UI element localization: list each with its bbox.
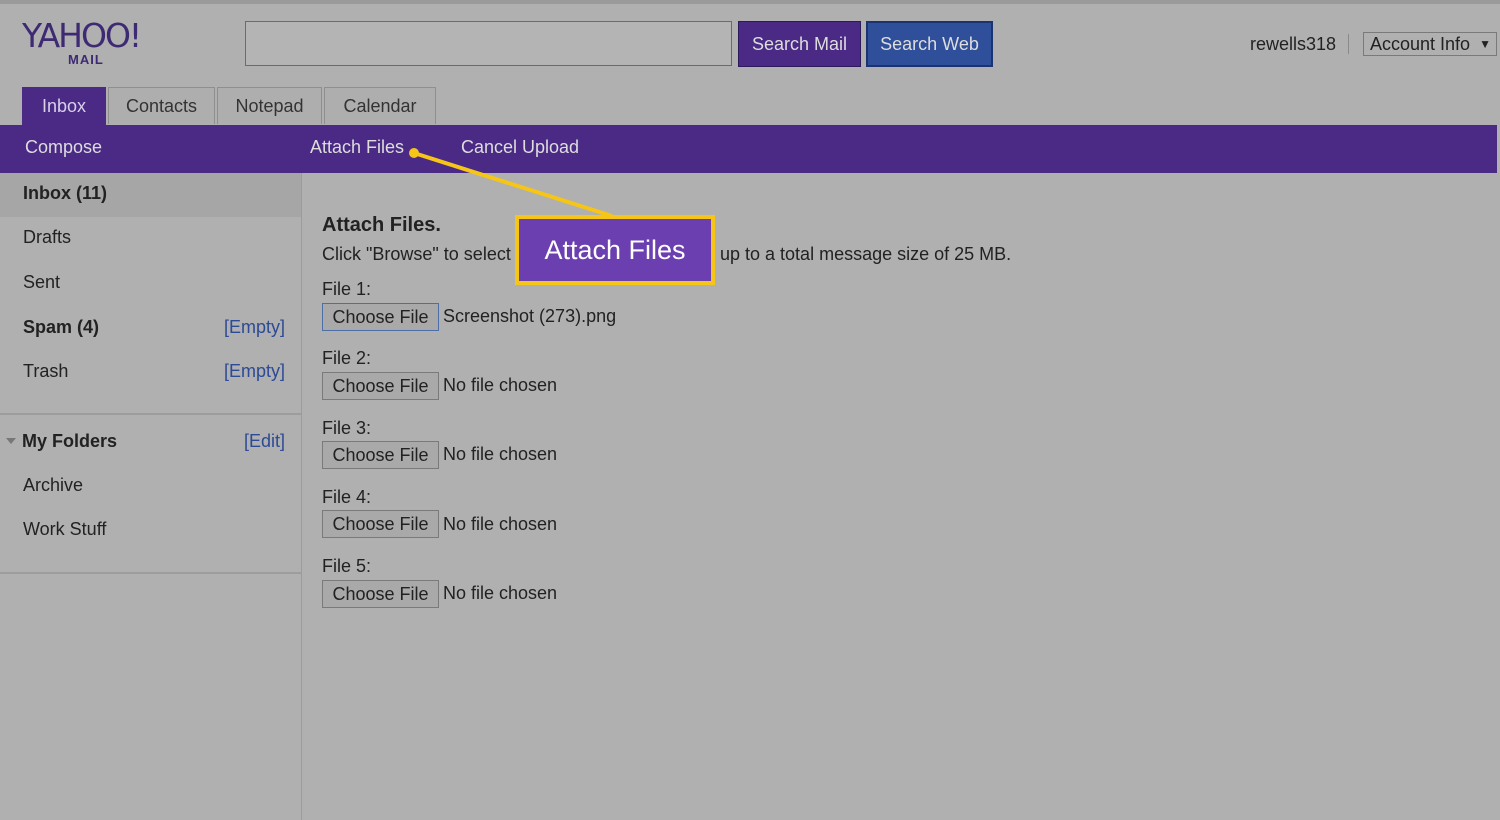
file-3-name: No file chosen bbox=[443, 444, 558, 464]
file-1-name: Screenshot (273).png bbox=[443, 306, 617, 326]
account-info-dropdown[interactable]: Account Info ▼ bbox=[1363, 32, 1497, 56]
attach-files-panel bbox=[302, 173, 1497, 820]
file-3-label: File 3: bbox=[322, 418, 372, 438]
search-mail-button[interactable]: Search Mail bbox=[738, 21, 861, 67]
logo-text: YAHOO! bbox=[22, 16, 142, 55]
file-1-label: File 1: bbox=[322, 279, 372, 299]
file-1-choose-button[interactable]: Choose File bbox=[322, 303, 439, 331]
edit-folders-link[interactable]: [Edit] bbox=[244, 431, 285, 452]
instruction-text-start: Click "Browse" to select bbox=[322, 244, 511, 264]
page-title: Attach Files. bbox=[322, 214, 441, 236]
file-4-label: File 4: bbox=[322, 487, 372, 507]
my-folders-header[interactable]: My Folders [Edit] bbox=[0, 421, 301, 465]
folder-label: Sent bbox=[23, 272, 61, 292]
file-4-choose-button[interactable]: Choose File bbox=[322, 510, 439, 538]
action-toolbar bbox=[0, 125, 1497, 173]
main-tabs: Inbox Contacts Notepad Calendar bbox=[22, 87, 438, 125]
empty-trash-link[interactable]: [Empty] bbox=[224, 361, 285, 382]
top-border bbox=[0, 0, 1500, 4]
tab-calendar[interactable]: Calendar bbox=[324, 87, 436, 124]
header-separator bbox=[1348, 34, 1349, 54]
attach-files-link[interactable]: Attach Files bbox=[310, 137, 404, 158]
folder-label: Archive bbox=[23, 475, 84, 495]
file-5-choose-button[interactable]: Choose File bbox=[322, 580, 439, 608]
tab-inbox[interactable]: Inbox bbox=[22, 87, 106, 125]
account-info-label: Account Info bbox=[1370, 34, 1471, 54]
my-folders-label: My Folders bbox=[22, 431, 118, 451]
folder-trash[interactable]: Trash [Empty] bbox=[0, 351, 301, 395]
file-2-label: File 2: bbox=[322, 348, 372, 368]
cancel-upload-link[interactable]: Cancel Upload bbox=[461, 137, 579, 158]
username: rewells318 bbox=[1250, 34, 1337, 54]
search-web-button[interactable]: Search Web bbox=[866, 21, 993, 67]
yahoo-mail-logo[interactable]: YAHOO! MAIL bbox=[22, 18, 152, 68]
file-5-label: File 5: bbox=[322, 556, 372, 576]
folder-label: Spam (4) bbox=[23, 317, 100, 337]
folder-archive[interactable]: Archive bbox=[0, 465, 301, 509]
folder-inbox[interactable]: Inbox (11) bbox=[0, 173, 301, 217]
sidebar-divider bbox=[0, 572, 301, 574]
compose-link[interactable]: Compose bbox=[25, 137, 102, 158]
attach-files-callout: Attach Files bbox=[515, 215, 715, 285]
tab-contacts[interactable]: Contacts bbox=[108, 87, 215, 124]
empty-spam-link[interactable]: [Empty] bbox=[224, 317, 285, 338]
collapse-triangle-icon[interactable] bbox=[6, 438, 16, 444]
file-2-name: No file chosen bbox=[443, 375, 558, 395]
sidebar-divider bbox=[0, 413, 301, 415]
file-4-name: No file chosen bbox=[443, 514, 558, 534]
folder-work-stuff[interactable]: Work Stuff bbox=[0, 509, 301, 553]
tab-notepad[interactable]: Notepad bbox=[217, 87, 322, 124]
instruction-text-end: up to a total message size of 25 MB. bbox=[720, 244, 1012, 264]
folder-drafts[interactable]: Drafts bbox=[0, 217, 301, 261]
folder-label: Inbox (11) bbox=[23, 183, 108, 203]
folder-label: Drafts bbox=[23, 227, 72, 247]
file-2-choose-button[interactable]: Choose File bbox=[322, 372, 439, 400]
folder-label: Work Stuff bbox=[23, 519, 107, 539]
folder-sent[interactable]: Sent bbox=[0, 262, 301, 306]
search-input[interactable] bbox=[245, 21, 732, 66]
file-5-name: No file chosen bbox=[443, 583, 558, 603]
folder-sidebar: Inbox (11) Drafts Sent Spam (4) [Empty] … bbox=[0, 173, 302, 820]
folder-label: Trash bbox=[23, 361, 69, 381]
folder-spam[interactable]: Spam (4) [Empty] bbox=[0, 307, 301, 351]
dropdown-caret-icon: ▼ bbox=[1479, 37, 1491, 51]
file-3-choose-button[interactable]: Choose File bbox=[322, 441, 439, 469]
logo-subtext: MAIL bbox=[68, 52, 104, 67]
